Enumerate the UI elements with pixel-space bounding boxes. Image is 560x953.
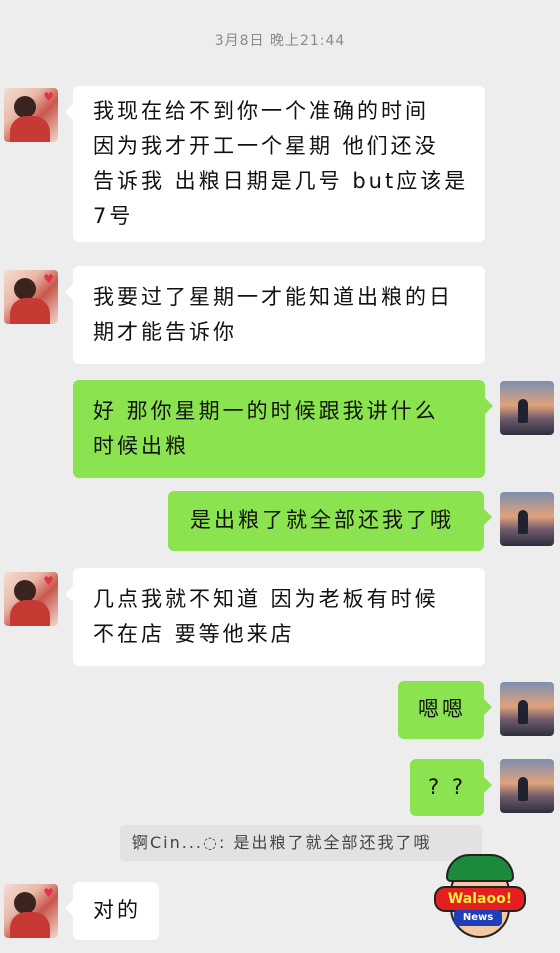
message-line: 几点我就不知道 因为老板有时候 — [93, 587, 439, 611]
message-line: 因为我才开工一个星期 他们还没 — [93, 134, 439, 158]
message-line: 时候出粮 — [93, 434, 189, 458]
contact-avatar[interactable]: ♥ — [4, 884, 58, 938]
message-bubble-received[interactable]: 我要过了星期一才能知道出粮的日 期才能告诉你 — [65, 266, 485, 364]
message-bubble-received[interactable]: 几点我就不知道 因为老板有时候 不在店 要等他来店 — [65, 568, 485, 666]
contact-avatar[interactable]: ♥ — [4, 572, 58, 626]
message-line: 嗯嗯 — [418, 697, 466, 721]
quoted-message[interactable]: 锕Cin...◌: 是出粮了就全部还我了哦 — [120, 825, 482, 861]
message-line: 是出粮了就全部还我了哦 — [190, 508, 454, 532]
timestamp: 3月8日 晚上21:44 — [214, 33, 346, 49]
walaoo-news-watermark: Walaoo! News — [432, 852, 526, 944]
contact-avatar[interactable]: ♥ — [4, 270, 58, 324]
message-line: 对的 — [93, 898, 141, 922]
watermark-brand: Walaoo! — [434, 886, 526, 912]
message-bubble-sent[interactable]: 是出粮了就全部还我了哦 — [168, 491, 492, 551]
message-bubble-sent[interactable]: ? ? — [410, 759, 492, 816]
watermark-sub: News — [454, 910, 502, 926]
my-avatar[interactable] — [500, 381, 554, 435]
message-line: 我现在给不到你一个准确的时间 — [93, 99, 429, 123]
message-bubble-received[interactable]: 我现在给不到你一个准确的时间 因为我才开工一个星期 他们还没 告诉我 出粮日期是… — [65, 86, 485, 242]
message-bubble-received[interactable]: 对的 — [65, 882, 159, 940]
message-line: ? ? — [428, 775, 466, 799]
contact-avatar[interactable]: ♥ — [4, 88, 58, 142]
message-line: 好 那你星期一的时候跟我讲什么 — [93, 399, 439, 423]
message-line: 7号 — [93, 204, 134, 228]
my-avatar[interactable] — [500, 682, 554, 736]
message-bubble-sent[interactable]: 好 那你星期一的时候跟我讲什么 时候出粮 — [73, 380, 493, 478]
message-bubble-sent[interactable]: 嗯嗯 — [398, 681, 492, 739]
message-line: 告诉我 出粮日期是几号 but应该是 — [93, 169, 469, 193]
my-avatar[interactable] — [500, 759, 554, 813]
my-avatar[interactable] — [500, 492, 554, 546]
message-line: 我要过了星期一才能知道出粮的日 — [93, 285, 453, 309]
message-line: 期才能告诉你 — [93, 320, 237, 344]
message-line: 不在店 要等他来店 — [93, 622, 295, 646]
